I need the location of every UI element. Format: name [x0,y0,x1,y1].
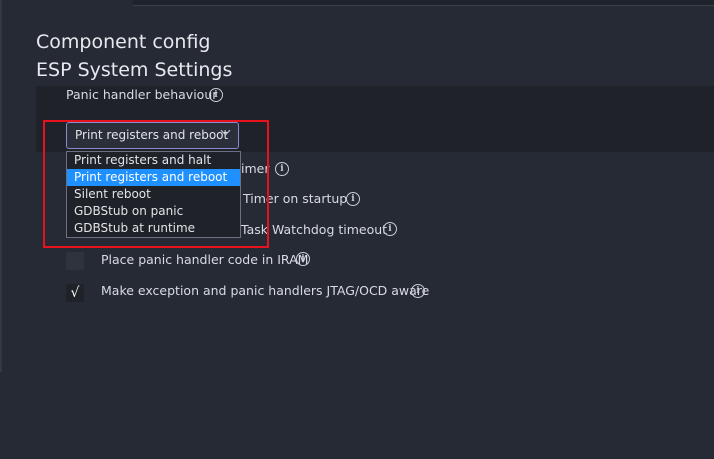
info-icon[interactable]: i [383,222,397,236]
jtag-label: Make exception and panic handlers JTAG/O… [101,283,430,298]
page-title: Component config [36,31,211,53]
option-print-registers-halt[interactable]: Print registers and halt [67,152,240,169]
setting-label-interrupt-watchdog: imer [241,161,270,176]
select-value: Print registers and reboot [75,128,229,142]
option-silent-reboot[interactable]: Silent reboot [67,186,240,203]
info-icon[interactable]: i [209,88,223,102]
option-gdbstub-panic[interactable]: GDBStub on panic [67,203,240,220]
iram-label: Place panic handler code in IRAM [101,252,309,267]
option-gdbstub-runtime[interactable]: GDBStub at runtime [67,220,240,237]
left-border [0,0,2,372]
check-icon: √ [70,285,80,301]
panic-handler-label: Panic handler behaviour [66,87,218,102]
info-icon[interactable]: i [296,252,310,266]
jtag-checkbox[interactable]: √ [66,284,84,302]
top-bar [133,0,714,6]
section-title: ESP System Settings [36,59,233,81]
setting-label-task-watchdog: Task Watchdog timeout [241,222,388,237]
info-icon[interactable]: i [411,284,425,298]
panic-handler-select[interactable]: Print registers and reboot [66,122,239,149]
panic-handler-dropdown: Print registers and halt Print registers… [66,151,241,238]
info-icon[interactable]: i [275,162,289,176]
info-icon[interactable]: i [346,192,360,206]
iram-checkbox[interactable] [66,252,84,270]
option-print-registers-reboot[interactable]: Print registers and reboot [67,169,240,186]
setting-label-timer-startup: Timer on startup [243,191,348,206]
